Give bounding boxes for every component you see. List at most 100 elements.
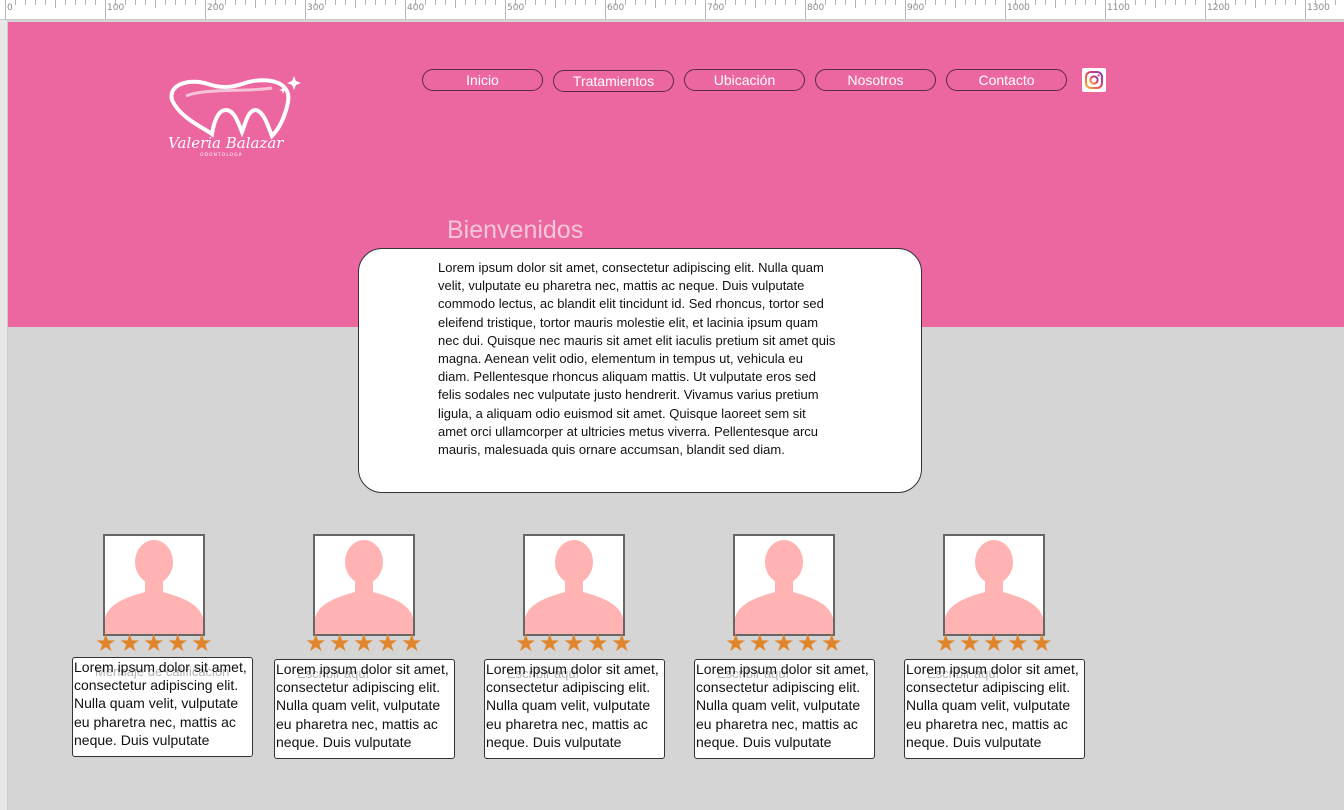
star-icon[interactable]: ★	[611, 632, 633, 656]
review-textbox[interactable]: Mensaje de calificacion Lorem ipsum dolor…	[72, 657, 253, 757]
ruler-tick	[45, 0, 46, 5]
ruler-tick	[975, 0, 976, 5]
star-icon[interactable]: ★	[167, 632, 189, 656]
ruler-tick	[355, 0, 356, 8]
star-icon[interactable]: ★	[935, 632, 957, 656]
ruler-tick	[65, 0, 66, 5]
review-textbox[interactable]: Escribir aquí Lorem ipsum dolor sit amet,…	[694, 659, 875, 759]
ruler-tick	[305, 0, 306, 19]
star-rating[interactable]: ★ ★ ★ ★ ★	[305, 632, 425, 656]
ruler-tick	[855, 0, 856, 8]
star-icon[interactable]: ★	[797, 632, 819, 656]
ruler-tick	[1275, 0, 1276, 5]
ruler-tick	[885, 0, 886, 5]
ruler-tick	[275, 0, 276, 5]
ruler-tick	[345, 0, 346, 5]
ruler-tick	[995, 0, 996, 5]
review-textbox[interactable]: Escribir aquí Lorem ipsum dolor sit amet,…	[274, 659, 455, 759]
ruler-tick	[1335, 0, 1336, 5]
star-icon[interactable]: ★	[329, 632, 351, 656]
logo[interactable]: Valeria Balazar ODONTOLOGA	[160, 70, 310, 160]
star-icon[interactable]: ★	[749, 632, 771, 656]
star-icon[interactable]: ★	[983, 632, 1005, 656]
nav-ubicacion-button[interactable]: Ubicación	[684, 69, 805, 91]
star-icon[interactable]: ★	[353, 632, 375, 656]
ruler-tick	[685, 0, 686, 5]
ruler-tick	[565, 0, 566, 5]
ruler-label: 200	[207, 3, 225, 13]
ruler-label: 1200	[1207, 3, 1230, 13]
star-icon[interactable]: ★	[959, 632, 981, 656]
ruler-tick	[125, 0, 126, 5]
nav-tratamientos-button[interactable]: Tratamientos	[553, 70, 674, 92]
star-icon[interactable]: ★	[587, 632, 609, 656]
star-rating[interactable]: ★ ★ ★ ★ ★	[935, 632, 1055, 656]
star-icon[interactable]: ★	[539, 632, 561, 656]
star-icon[interactable]: ★	[773, 632, 795, 656]
ruler-tick	[755, 0, 756, 8]
ruler-tick	[1295, 0, 1296, 5]
star-icon[interactable]: ★	[119, 632, 141, 656]
star-icon[interactable]: ★	[1031, 632, 1053, 656]
reviewer-avatar	[103, 534, 205, 636]
ruler-tick	[875, 0, 876, 5]
user-silhouette-icon	[525, 540, 623, 634]
ruler-tick	[965, 0, 966, 5]
ruler-tick	[1235, 0, 1236, 5]
star-rating[interactable]: ★ ★ ★ ★ ★	[515, 632, 635, 656]
review-text: Lorem ipsum dolor sit amet, consectetur …	[276, 661, 449, 750]
ruler-tick	[445, 0, 446, 5]
ruler-tick	[135, 0, 136, 5]
star-icon[interactable]: ★	[305, 632, 327, 656]
ruler-tick	[795, 0, 796, 5]
reviewer-avatar	[523, 534, 625, 636]
ruler-tick	[1255, 0, 1256, 8]
nav-inicio-button[interactable]: Inicio	[422, 69, 543, 91]
star-icon[interactable]: ★	[377, 632, 399, 656]
nav-contacto-button[interactable]: Contacto	[946, 69, 1067, 91]
star-rating[interactable]: ★ ★ ★ ★ ★	[95, 632, 215, 656]
ruler-tick	[1035, 0, 1036, 5]
ruler-tick	[505, 0, 506, 19]
review-textbox[interactable]: Escribir aquí Lorem ipsum dolor sit amet,…	[484, 659, 665, 759]
star-icon[interactable]: ★	[95, 632, 117, 656]
star-icon[interactable]: ★	[143, 632, 165, 656]
ruler-tick	[385, 0, 386, 5]
ruler-tick	[785, 0, 786, 5]
ruler-tick	[35, 0, 36, 5]
ruler-tick	[25, 0, 26, 5]
ruler-tick	[935, 0, 936, 5]
star-icon[interactable]: ★	[563, 632, 585, 656]
ruler-tick	[705, 0, 706, 19]
ruler-tick	[195, 0, 196, 5]
ruler-tick	[1175, 0, 1176, 5]
star-rating[interactable]: ★ ★ ★ ★ ★	[725, 632, 845, 656]
star-icon[interactable]: ★	[515, 632, 537, 656]
star-icon[interactable]: ★	[725, 632, 747, 656]
ruler-tick	[595, 0, 596, 5]
ruler-tick	[255, 0, 256, 8]
ruler-tick	[665, 0, 666, 5]
ruler-tick	[1065, 0, 1066, 5]
star-icon[interactable]: ★	[1007, 632, 1029, 656]
instagram-icon[interactable]	[1082, 68, 1106, 92]
star-icon[interactable]: ★	[821, 632, 843, 656]
ruler-tick	[1305, 0, 1306, 19]
vertical-ruler	[0, 20, 8, 810]
ruler-tick	[905, 0, 906, 19]
ruler-label: 700	[707, 3, 725, 13]
ruler-tick	[1135, 0, 1136, 5]
user-silhouette-icon	[105, 540, 203, 634]
nav-nosotros-button[interactable]: Nosotros	[815, 69, 936, 91]
review-textbox[interactable]: Escribir aquí Lorem ipsum dolor sit amet,…	[904, 659, 1085, 759]
ruler-tick	[1165, 0, 1166, 5]
ruler-tick	[335, 0, 336, 5]
ruler-tick	[365, 0, 366, 5]
ruler-label: 1300	[1307, 3, 1330, 13]
ruler-tick	[1085, 0, 1086, 5]
star-icon[interactable]: ★	[191, 632, 213, 656]
ruler-tick	[895, 0, 896, 5]
ruler-tick	[575, 0, 576, 5]
ruler-tick	[1205, 0, 1206, 19]
star-icon[interactable]: ★	[401, 632, 423, 656]
